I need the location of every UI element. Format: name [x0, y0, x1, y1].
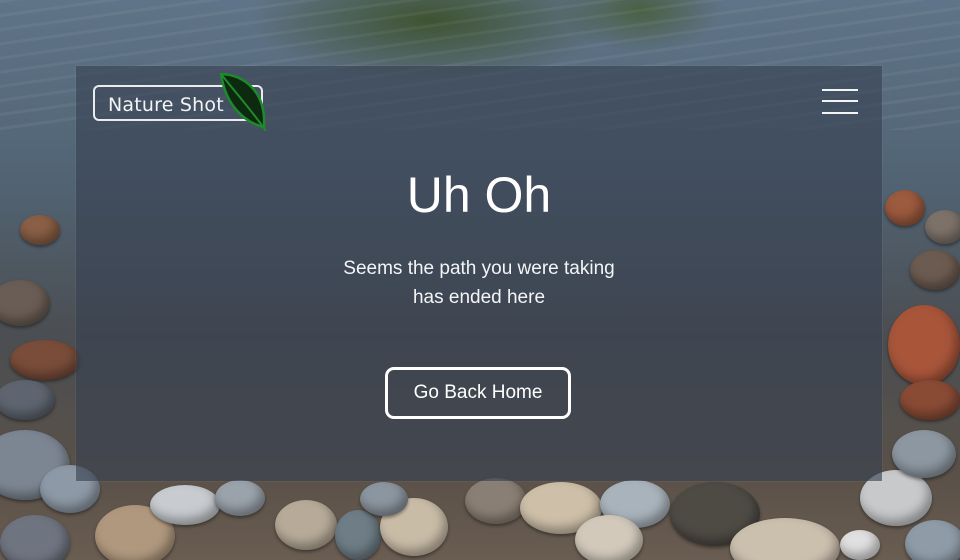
stone [360, 482, 408, 516]
menu-line [822, 100, 858, 102]
menu-line [822, 112, 858, 114]
logo-text: Nature Shot [108, 94, 224, 116]
hamburger-menu-icon[interactable] [820, 86, 860, 118]
error-card: Nature Shot Uh Oh Seems the path you wer… [76, 66, 882, 481]
stone [465, 478, 527, 524]
stone [900, 380, 960, 420]
stone [275, 500, 337, 550]
go-back-home-button[interactable]: Go Back Home [385, 367, 571, 419]
error-message: Seems the path you were taking has ended… [343, 258, 615, 308]
leaf-icon [219, 72, 267, 132]
stone [575, 515, 643, 560]
page-heading: Uh Oh [406, 167, 552, 223]
stone [885, 190, 925, 226]
stone [335, 510, 381, 560]
stone [215, 480, 265, 516]
stone [888, 305, 960, 385]
stone [905, 520, 960, 560]
stone [840, 530, 880, 560]
stone [20, 215, 60, 245]
stone [150, 485, 220, 525]
stone [10, 340, 80, 380]
stone [925, 210, 960, 244]
stone [892, 430, 956, 478]
stone [910, 250, 960, 290]
menu-line [822, 89, 858, 91]
